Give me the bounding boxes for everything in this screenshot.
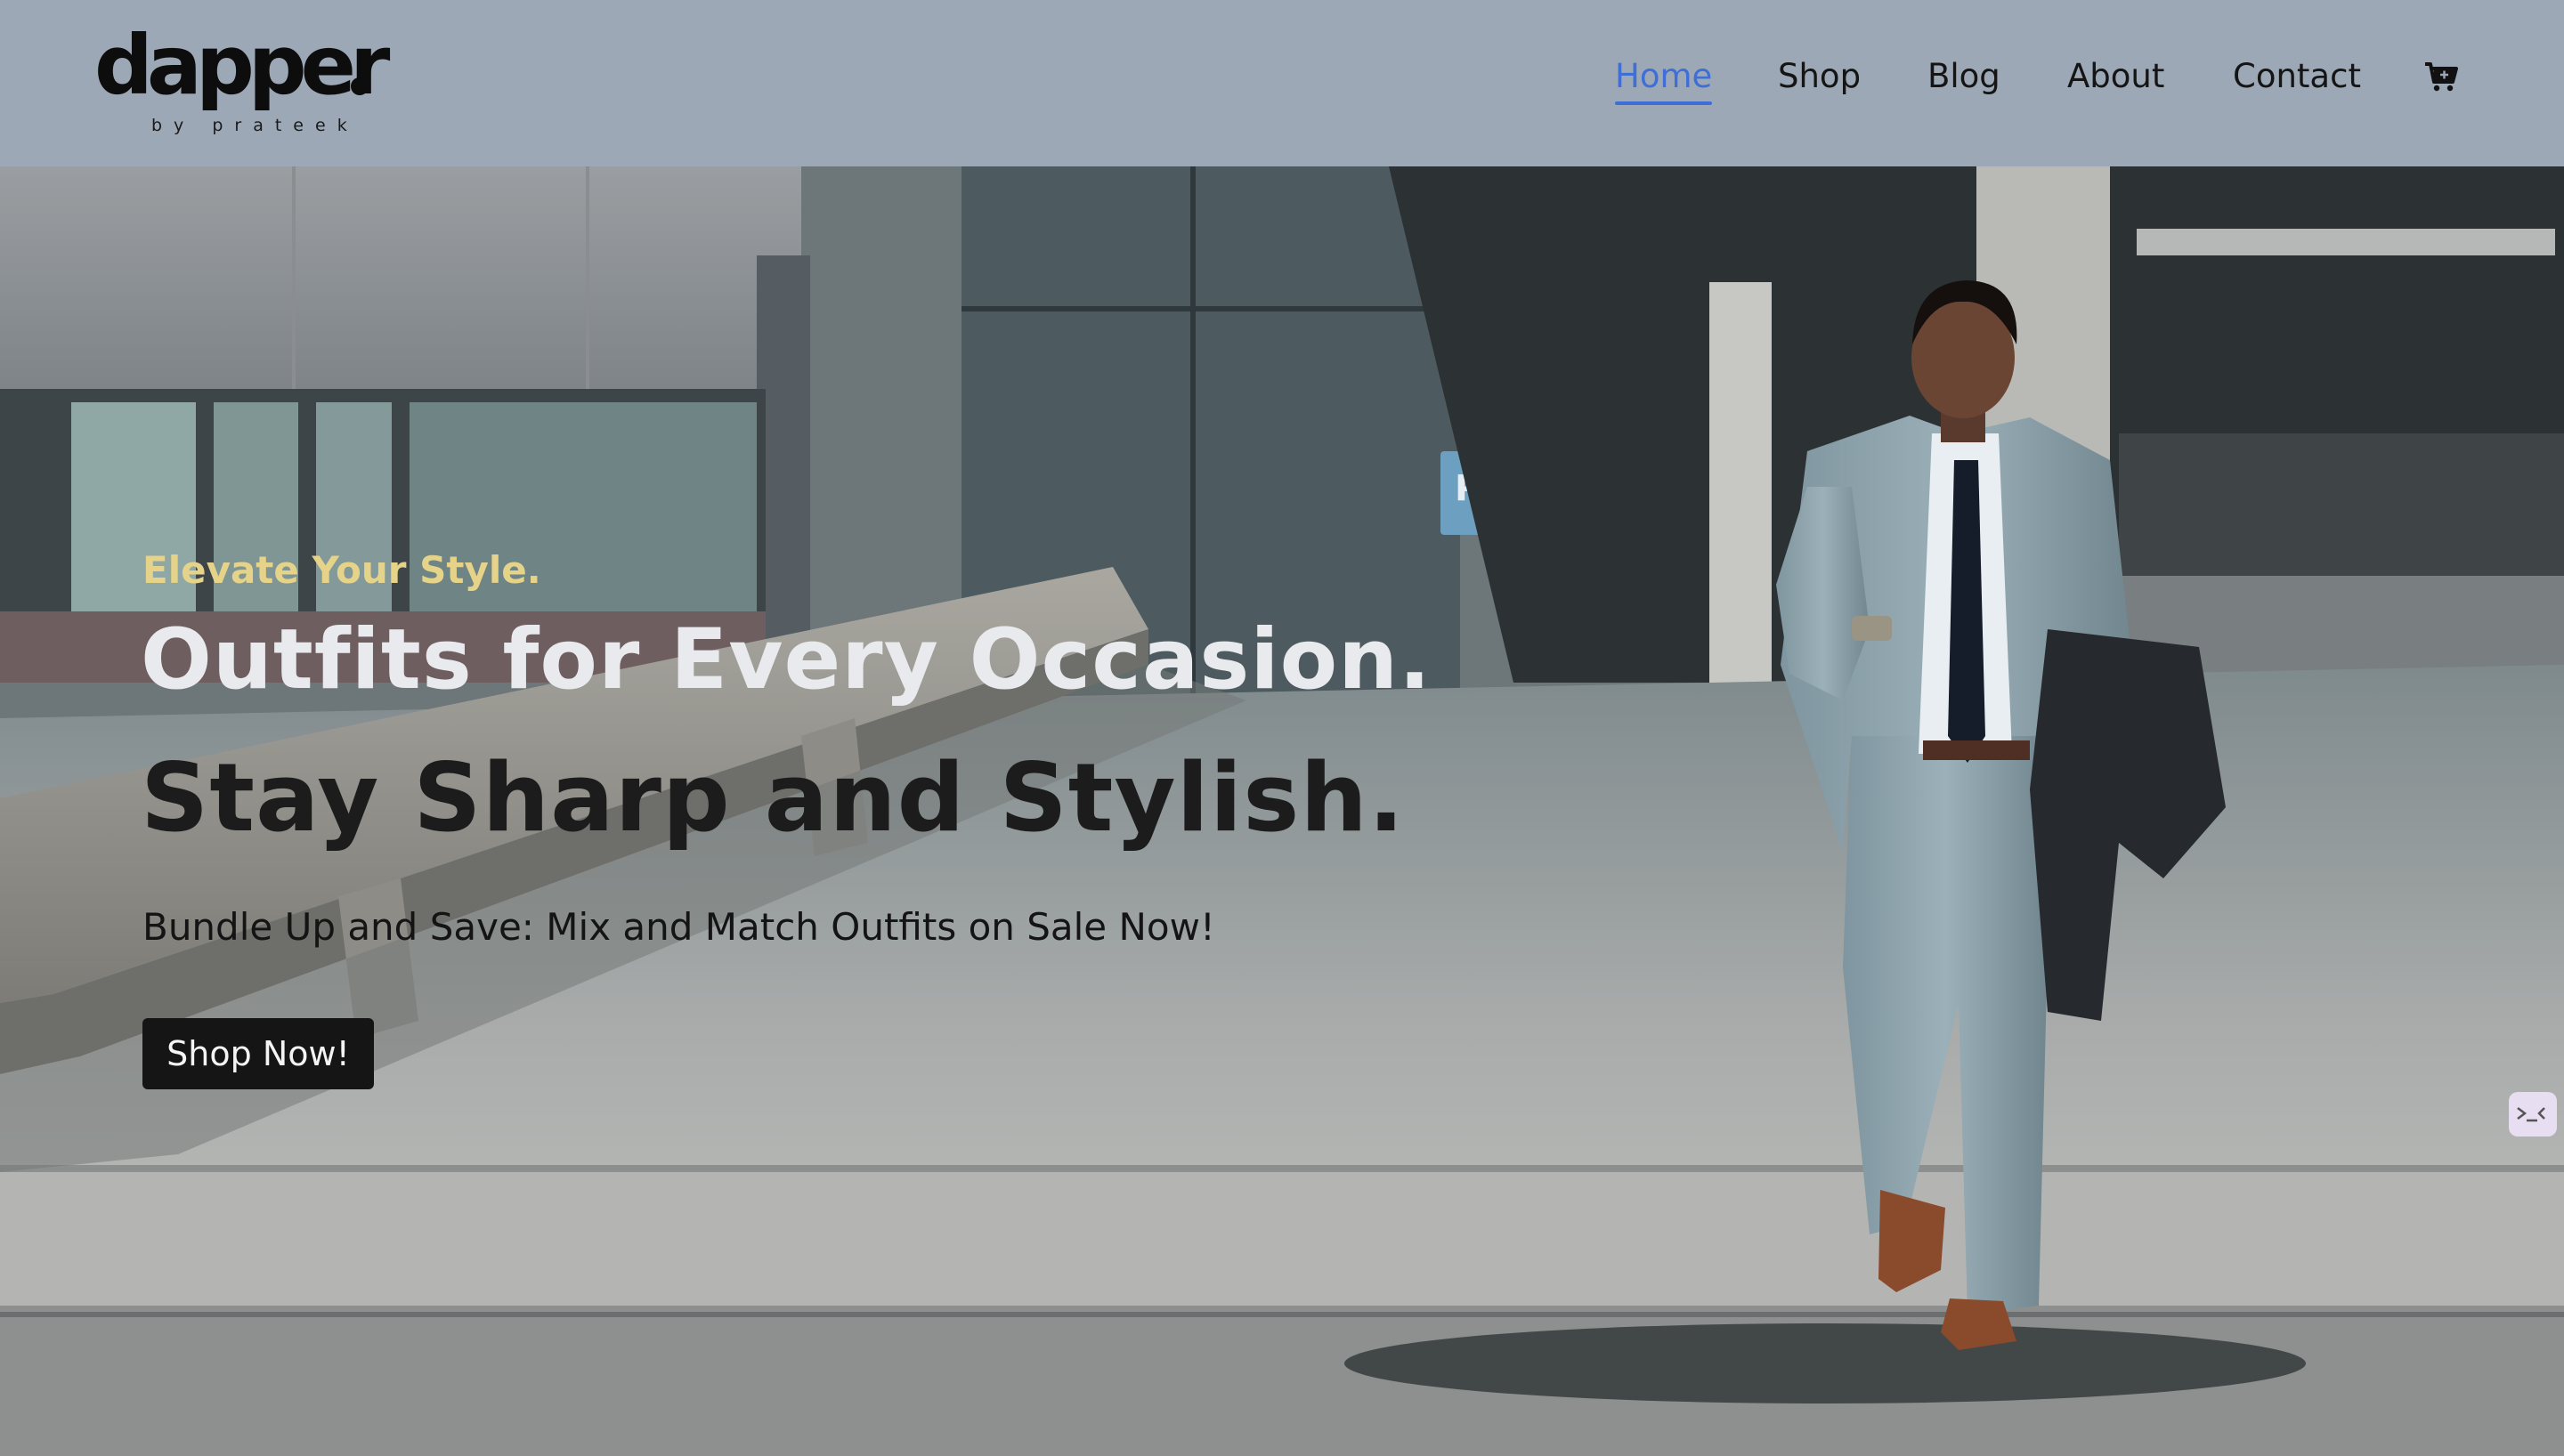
nav-shop-label: Shop	[1778, 57, 1862, 95]
hero-headline-line1: Outfits for Every Occasion.	[141, 611, 1432, 708]
hero-subtext: Bundle Up and Save: Mix and Match Outfit…	[142, 905, 1215, 949]
site-header: dapper by prateek Home Shop Blog About C…	[0, 0, 2564, 166]
nav-shop[interactable]: Shop	[1778, 57, 1861, 95]
shop-now-button[interactable]: Shop Now!	[142, 1018, 374, 1089]
hero-section: P	[0, 166, 2564, 1456]
nav-home[interactable]: Home	[1615, 57, 1713, 105]
brand-dot	[351, 77, 369, 95]
nav-blog[interactable]: Blog	[1927, 57, 2000, 95]
nav-home-label: Home	[1615, 57, 1713, 95]
side-widget-icon[interactable]	[2509, 1092, 2557, 1136]
brand-tagline: by prateek	[151, 116, 359, 135]
page: dapper by prateek Home Shop Blog About C…	[0, 0, 2564, 1456]
cart-icon[interactable]	[2423, 59, 2459, 94]
brand-name: dapper	[94, 18, 390, 113]
hero-headline-line2: Stay Sharp and Stylish.	[141, 743, 1406, 853]
nav-active-underline	[1615, 101, 1713, 105]
nav-contact-label: Contact	[2233, 57, 2361, 95]
nav-contact[interactable]: Contact	[2233, 57, 2361, 95]
brand-logo[interactable]: dapper by prateek	[94, 12, 390, 146]
nav-about[interactable]: About	[2067, 57, 2164, 95]
nav-about-label: About	[2067, 57, 2165, 95]
hero-eyebrow: Elevate Your Style.	[142, 548, 541, 592]
nav-blog-label: Blog	[1927, 57, 2000, 95]
